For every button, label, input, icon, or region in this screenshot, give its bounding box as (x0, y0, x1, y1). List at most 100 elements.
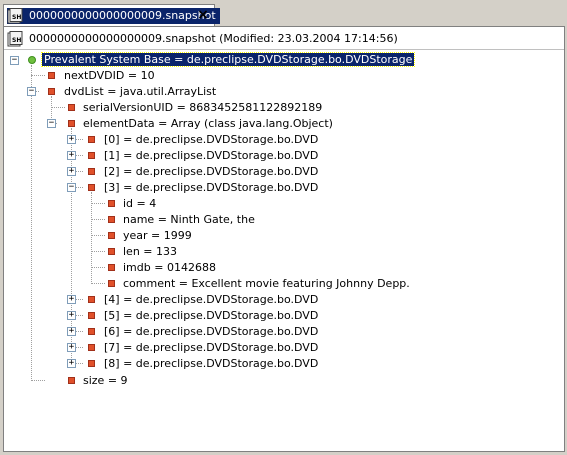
tree-node-label: [8] = de.preclipse.DVDStorage.bo.DVD (104, 357, 319, 370)
tree-collapse-toggle[interactable]: − (67, 183, 76, 192)
field-icon (68, 120, 75, 127)
tree-node-label: [0] = de.preclipse.DVDStorage.bo.DVD (104, 133, 319, 146)
tree-line (91, 251, 105, 252)
tree-node-label: [1] = de.preclipse.DVDStorage.bo.DVD (104, 149, 319, 162)
field-icon (108, 216, 115, 223)
tree-line (91, 219, 105, 220)
tree-line (75, 315, 83, 316)
field-icon (108, 232, 115, 239)
tree-line (91, 192, 92, 284)
field-icon (48, 72, 55, 79)
tab-label[interactable]: 0000000000000000009.snapshot (7, 8, 220, 24)
tab-snapshot[interactable]: 0000000000000000009.snapshot SH × (3, 4, 220, 26)
tree-node-dvd-0[interactable]: [0] = de.preclipse.DVDStorage.bo.DVD (102, 132, 320, 148)
tree-node-dvd-3[interactable]: [3] = de.preclipse.DVDStorage.bo.DVD (102, 180, 320, 196)
field-icon (88, 296, 95, 303)
field-icon (108, 264, 115, 271)
tree-expand-toggle[interactable]: + (67, 327, 76, 336)
tree-node-label: id = 4 (123, 197, 157, 210)
tree-expand-toggle[interactable]: + (67, 135, 76, 144)
tree-node-label: [3] = de.preclipse.DVDStorage.bo.DVD (104, 181, 319, 194)
tree-line (31, 75, 45, 76)
tree-node-dvd3-year[interactable]: year = 1999 (121, 228, 194, 244)
field-icon (88, 344, 95, 351)
close-icon[interactable]: × (196, 7, 210, 23)
tree-expand-toggle[interactable]: + (67, 167, 76, 176)
tree-line (31, 65, 32, 381)
tree-node-size[interactable]: size = 9 (81, 373, 130, 389)
tree-node-label: size = 9 (83, 374, 128, 387)
tree-node-label: elementData = Array (class java.lang.Obj… (83, 117, 333, 130)
tree-node-dvd-6[interactable]: [6] = de.preclipse.DVDStorage.bo.DVD (102, 324, 320, 340)
tree-collapse-toggle[interactable]: − (27, 87, 36, 96)
tree-node-dvd-5[interactable]: [5] = de.preclipse.DVDStorage.bo.DVD (102, 308, 320, 324)
tree-collapse-toggle[interactable]: − (47, 119, 56, 128)
tree-line (75, 347, 83, 348)
tree-node-dvd3-len[interactable]: len = 133 (121, 244, 179, 260)
tree-node-label: dvdList = java.util.ArrayList (64, 85, 217, 98)
field-icon (68, 377, 75, 384)
tree-collapse-toggle[interactable]: − (10, 56, 19, 65)
tree-node-dvd3-id[interactable]: id = 4 (121, 196, 158, 212)
tree-node-dvd-8[interactable]: [8] = de.preclipse.DVDStorage.bo.DVD (102, 356, 320, 372)
tree-line (75, 139, 83, 140)
tree-node-label: len = 133 (123, 245, 178, 258)
tree-node-label: [4] = de.preclipse.DVDStorage.bo.DVD (104, 293, 319, 306)
field-icon (88, 312, 95, 319)
tree-line (75, 187, 83, 188)
tree-node-label: nextDVDID = 10 (64, 69, 155, 82)
tree-node-label: year = 1999 (123, 229, 192, 242)
field-icon (88, 184, 95, 191)
object-tree: − Prevalent System Base = de.preclipse.D… (4, 27, 564, 451)
tree-node-label: [2] = de.preclipse.DVDStorage.bo.DVD (104, 165, 319, 178)
tree-node-label: [7] = de.preclipse.DVDStorage.bo.DVD (104, 341, 319, 354)
tree-line (75, 171, 83, 172)
tree-node-label: name = Ninth Gate, the (123, 213, 255, 226)
tree-expand-toggle[interactable]: + (67, 311, 76, 320)
field-icon (48, 88, 55, 95)
tree-line (91, 235, 105, 236)
field-icon (108, 280, 115, 287)
tree-line (31, 380, 45, 381)
tree-line (91, 283, 105, 284)
tree-node-label: [5] = de.preclipse.DVDStorage.bo.DVD (104, 309, 319, 322)
tree-node-dvd-list[interactable]: dvdList = java.util.ArrayList (62, 84, 218, 100)
tree-line (51, 107, 65, 108)
tree-node-dvd-4[interactable]: [4] = de.preclipse.DVDStorage.bo.DVD (102, 292, 320, 308)
tree-node-dvd-2[interactable]: [2] = de.preclipse.DVDStorage.bo.DVD (102, 164, 320, 180)
snapshot-icon: SH (7, 8, 25, 24)
tree-line (75, 155, 83, 156)
tree-node-label: [6] = de.preclipse.DVDStorage.bo.DVD (104, 325, 319, 338)
field-icon (68, 104, 75, 111)
tree-node-label: comment = Excellent movie featuring John… (123, 277, 410, 290)
tree-node-next-dvd-id[interactable]: nextDVDID = 10 (62, 68, 157, 84)
tree-line (75, 331, 83, 332)
tree-node-dvd3-name[interactable]: name = Ninth Gate, the (121, 212, 257, 228)
tree-expand-toggle[interactable]: + (67, 359, 76, 368)
svg-text:SH: SH (12, 14, 21, 21)
tree-node-dvd3-imdb[interactable]: imdb = 0142688 (121, 260, 218, 276)
tree-node-label: Prevalent System Base = de.preclipse.DVD… (40, 52, 416, 67)
tree-expand-toggle[interactable]: + (67, 151, 76, 160)
tree-node-label: serialVersionUID = 8683452581122892189 (83, 101, 323, 114)
field-icon (108, 248, 115, 255)
root-object-icon (28, 56, 36, 64)
tree-node-serial-version-uid[interactable]: serialVersionUID = 8683452581122892189 (81, 100, 324, 116)
field-icon (88, 152, 95, 159)
tree-line (75, 363, 83, 364)
tree-node-dvd-1[interactable]: [1] = de.preclipse.DVDStorage.bo.DVD (102, 148, 320, 164)
snapshot-editor: SH 0000000000000000009.snapshot (Modifie… (3, 26, 565, 452)
tree-expand-toggle[interactable]: + (67, 343, 76, 352)
field-icon (88, 328, 95, 335)
tree-line (91, 267, 105, 268)
tree-node-root[interactable]: Prevalent System Base = de.preclipse.DVD… (40, 52, 416, 68)
editor-tab-bar: 0000000000000000009.snapshot SH × (0, 0, 567, 27)
tree-line (75, 299, 83, 300)
tree-node-element-data[interactable]: elementData = Array (class java.lang.Obj… (81, 116, 335, 132)
tree-node-dvd-7[interactable]: [7] = de.preclipse.DVDStorage.bo.DVD (102, 340, 320, 356)
tree-node-label: imdb = 0142688 (123, 261, 216, 274)
field-icon (88, 360, 95, 367)
field-icon (88, 168, 95, 175)
tree-node-dvd3-comment[interactable]: comment = Excellent movie featuring John… (121, 276, 412, 292)
tree-expand-toggle[interactable]: + (67, 295, 76, 304)
